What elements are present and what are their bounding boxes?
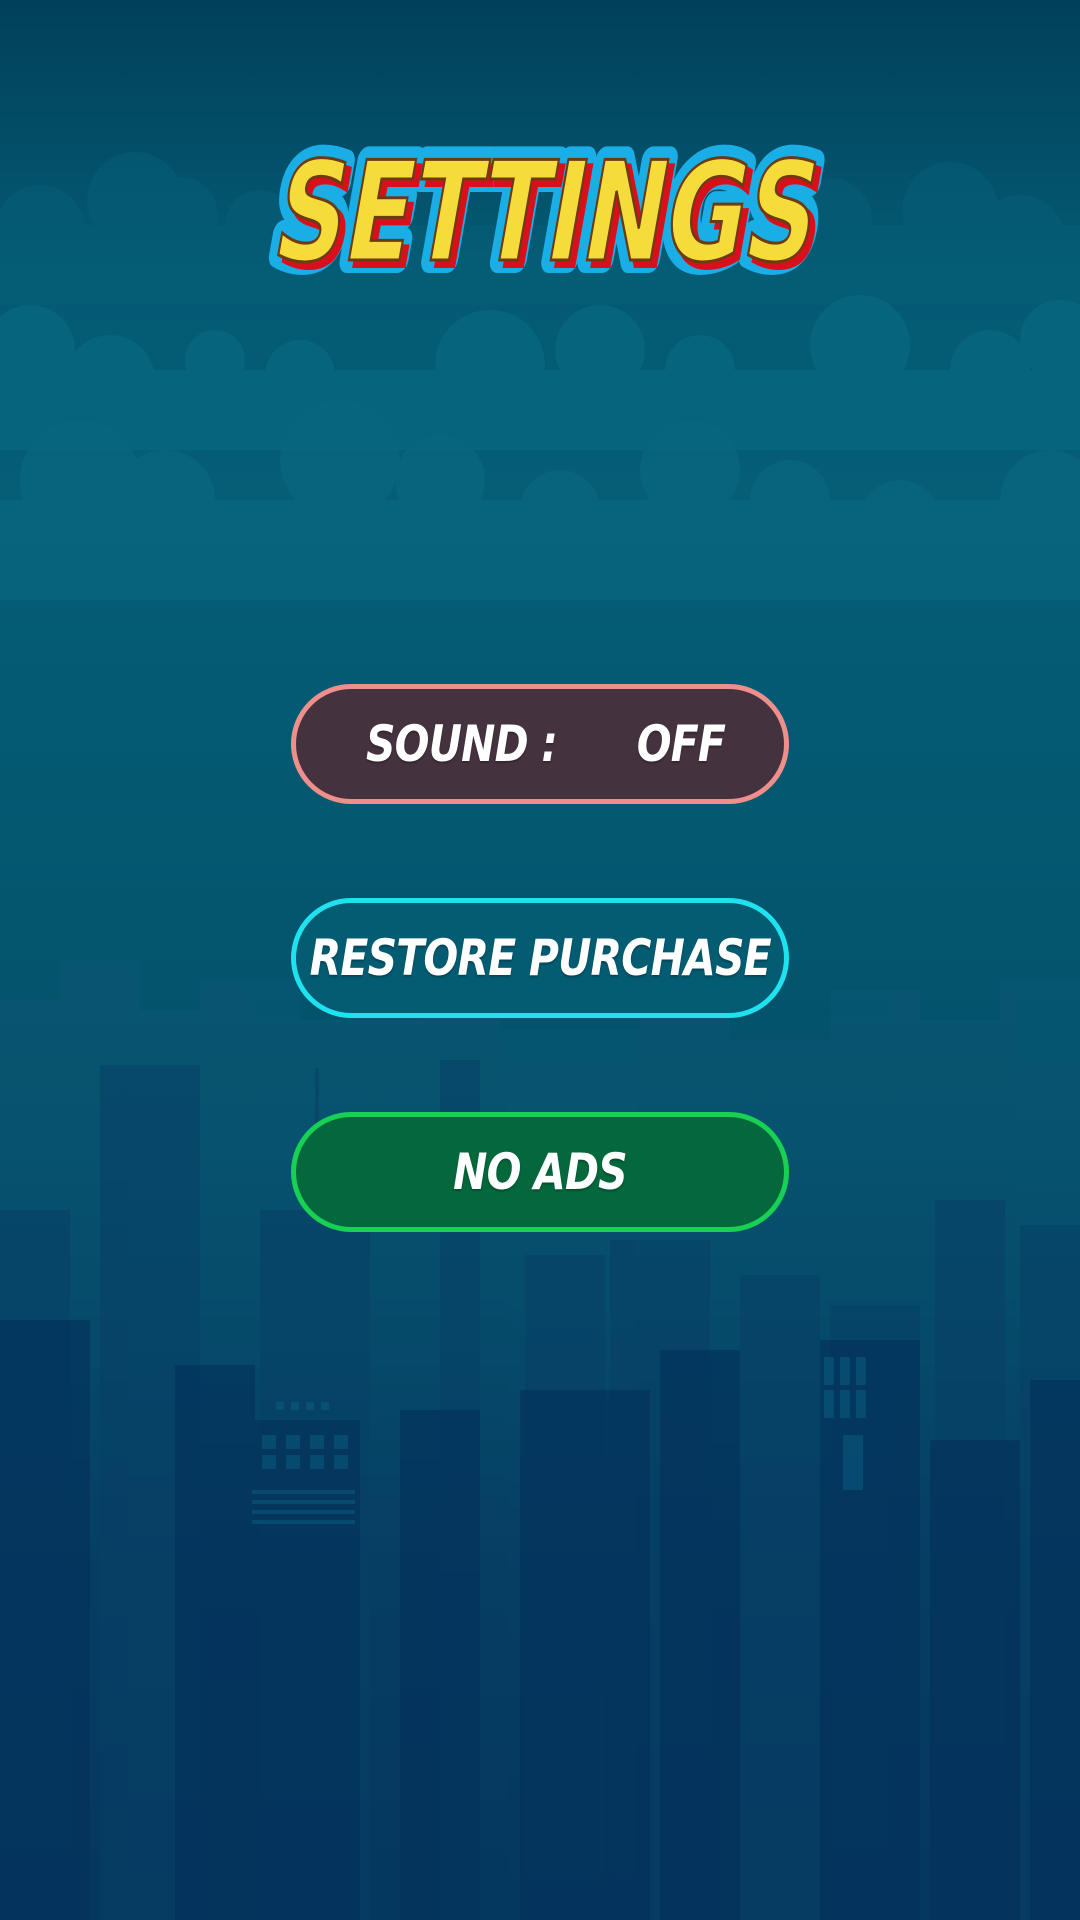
settings-title: SETTINGS SETTINGS SETTINGS [240, 100, 840, 300]
sound-gap [582, 715, 622, 773]
no-ads-button[interactable]: NO ADS [291, 1112, 789, 1232]
title-text: SETTINGS [264, 132, 832, 293]
sound-label: SOUND : [365, 715, 558, 773]
settings-screen: SETTINGS SETTINGS SETTINGS SOUND : OFF R… [0, 0, 1080, 1920]
no-ads-label: NO ADS [453, 1143, 628, 1201]
sound-value: OFF [636, 715, 726, 773]
sound-toggle-button[interactable]: SOUND : OFF [291, 684, 789, 804]
cloud-layer-middle [0, 295, 1080, 450]
restore-purchase-label: RESTORE PURCHASE [309, 929, 771, 987]
settings-title-graphic: SETTINGS SETTINGS SETTINGS [251, 119, 840, 300]
restore-purchase-button[interactable]: RESTORE PURCHASE [291, 898, 789, 1018]
